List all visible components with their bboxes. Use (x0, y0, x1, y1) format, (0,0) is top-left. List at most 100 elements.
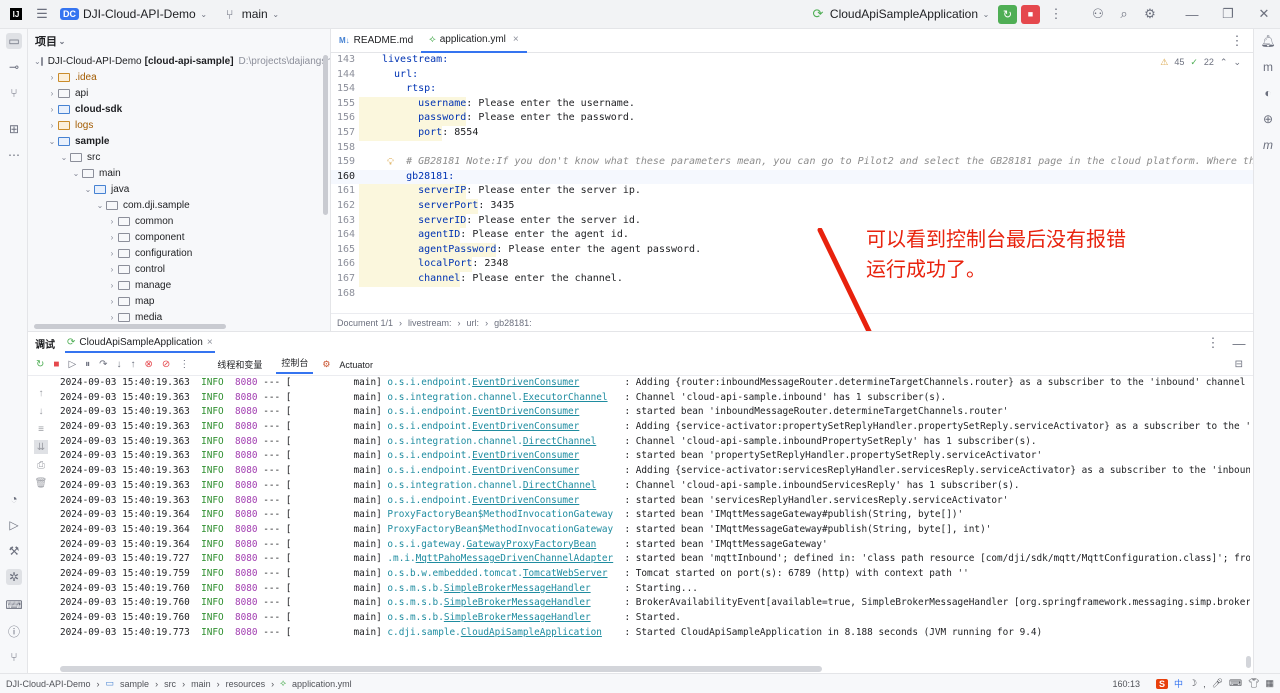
log-class-link[interactable]: EventDrivenConsumer (472, 465, 579, 476)
collapsed-arrow-icon[interactable]: › (46, 89, 58, 98)
more-tools-icon[interactable]: ⋯ (6, 147, 22, 163)
expand-arrow-icon[interactable]: ⌄ (34, 57, 41, 66)
stop-button[interactable]: ■ (1021, 4, 1040, 24)
project-name[interactable]: DJI-Cloud-API-Demo (83, 7, 196, 21)
project-panel-title[interactable]: 项目 (35, 33, 57, 49)
status-crumb[interactable]: resources (226, 679, 266, 689)
session-tab[interactable]: ⟳ CloudApiSampleApplication × (65, 334, 215, 353)
layout-icon[interactable]: ⊟ (1235, 359, 1243, 370)
more-icon[interactable]: ⋮ (1048, 6, 1064, 22)
minimize-panel-icon[interactable]: — (1231, 335, 1247, 351)
collapsed-arrow-icon[interactable]: › (106, 233, 118, 242)
vertical-scrollbar[interactable] (323, 55, 328, 215)
tab-console[interactable]: 控制台 (276, 356, 314, 374)
soft-wrap-icon[interactable]: ≡ (34, 422, 48, 436)
structure-icon[interactable]: ⊞ (6, 121, 22, 137)
add-user-icon[interactable]: ⚇ (1090, 6, 1106, 22)
resume-icon[interactable]: ▷ (68, 359, 76, 370)
status-crumb[interactable]: src (164, 679, 176, 689)
collapsed-arrow-icon[interactable]: › (106, 281, 118, 290)
problems-icon[interactable]: ⓘ (6, 623, 22, 639)
tree-item[interactable]: › api (28, 85, 330, 101)
gradle-icon[interactable]: ◐ (1260, 85, 1276, 101)
status-crumb[interactable]: sample (120, 679, 149, 689)
collapsed-arrow-icon[interactable]: › (106, 249, 118, 258)
keyboard-icon[interactable]: ⌨ (1229, 678, 1242, 689)
ime-language[interactable]: 中 (1174, 677, 1183, 690)
console-v-scrollbar[interactable] (1246, 656, 1251, 668)
pull-request-icon[interactable]: ⑂ (6, 85, 22, 101)
maven-icon[interactable]: m (1260, 59, 1276, 75)
mic-icon[interactable]: 🎤︎ (1212, 678, 1223, 689)
tree-item[interactable]: › logs (28, 117, 330, 133)
tree-item[interactable]: › .idea (28, 69, 330, 85)
log-class-link[interactable]: EventDrivenConsumer (472, 406, 579, 417)
more-tabs-icon[interactable]: ⋮ (1229, 33, 1245, 49)
debug-title[interactable]: 调试 (35, 336, 55, 351)
search-icon[interactable]: ⌕ (1116, 6, 1132, 22)
stop-icon[interactable]: ■ (53, 359, 59, 370)
step-out-icon[interactable]: ↑ (131, 359, 136, 370)
minimize-icon[interactable]: — (1184, 6, 1200, 22)
view-breakpoints-icon[interactable]: ⊗ (145, 359, 153, 370)
tree-item[interactable]: › cloud-sdk (28, 101, 330, 117)
status-crumb[interactable]: DJI-Cloud-API-Demo (6, 679, 91, 689)
log-class-link[interactable]: EventDrivenConsumer (472, 377, 579, 388)
scroll-down-icon[interactable]: ↓ (34, 404, 48, 418)
tree-item[interactable]: › control (28, 261, 330, 277)
rerun-icon[interactable]: ↻ (36, 359, 44, 370)
rerun-button[interactable]: ↻ (998, 4, 1017, 24)
console-h-scrollbar[interactable] (60, 666, 822, 672)
status-crumb[interactable]: application.yml (292, 679, 352, 689)
tree-item[interactable]: ⌄ main (28, 165, 330, 181)
git-icon[interactable]: ⑂ (6, 649, 22, 665)
expand-arrow-icon[interactable]: ⌄ (94, 201, 106, 210)
tree-item[interactable]: › common (28, 213, 330, 229)
mute-breakpoints-icon[interactable]: ⊘ (162, 359, 170, 370)
log-class-link[interactable]: SimpleBrokerMessageHandler (444, 583, 591, 594)
folder-icon[interactable]: ▭ (6, 33, 22, 49)
collapsed-arrow-icon[interactable]: › (46, 121, 58, 130)
expand-arrow-icon[interactable]: ⌄ (46, 137, 58, 146)
print-icon[interactable]: ⎙ (34, 458, 48, 472)
tab-readme[interactable]: M↓ README.md (331, 29, 421, 53)
ai-assistant-icon[interactable]: m (1260, 137, 1276, 153)
step-into-icon[interactable]: ↓ (117, 359, 122, 370)
log-class-link[interactable]: GatewayProxyFactoryBean (466, 539, 596, 550)
tree-item[interactable]: › component (28, 229, 330, 245)
console-output[interactable]: 2024-09-03 15:40:19.363 INFO 8080 --- [ … (60, 376, 1250, 666)
log-class-link[interactable]: MqttPahoMessageDrivenChannelAdapter (416, 553, 614, 564)
more-icon[interactable]: ⋮ (1205, 335, 1221, 351)
expand-arrow-icon[interactable]: ⌄ (58, 153, 70, 162)
commit-icon[interactable]: ⊸ (6, 59, 22, 75)
log-class-link[interactable]: CloudApiSampleApplication (461, 627, 602, 638)
step-over-icon[interactable]: ↷ (99, 359, 107, 370)
run-config-select[interactable]: CloudApiSampleApplication (830, 7, 978, 21)
caret-position[interactable]: 160:13 (1112, 679, 1140, 689)
log-class-link[interactable]: SimpleBrokerMessageHandler (444, 597, 591, 608)
close-icon[interactable]: ✕ (1256, 6, 1272, 22)
collapsed-arrow-icon[interactable]: › (106, 265, 118, 274)
notifications-bell-icon[interactable]: 🔔︎ (1260, 33, 1276, 49)
collapsed-arrow-icon[interactable]: › (106, 313, 118, 322)
debug-bug-icon[interactable]: ✲ (6, 569, 22, 585)
main-menu-icon[interactable]: ☰ (34, 6, 50, 22)
scroll-up-icon[interactable]: ↑ (34, 386, 48, 400)
comma-icon[interactable]: , (1203, 679, 1206, 689)
log-class-link[interactable]: EventDrivenConsumer (472, 421, 579, 432)
tree-item[interactable]: › configuration (28, 245, 330, 261)
tree-root[interactable]: ⌄ DJI-Cloud-API-Demo [cloud-api-sample] … (28, 53, 330, 69)
tab-threads-variables[interactable]: 线程和变量 (212, 358, 267, 371)
moon-icon[interactable]: ☽ (1189, 678, 1197, 689)
grid-icon[interactable]: ▦ (1265, 678, 1274, 689)
tree-item[interactable]: ⌄ com.dji.sample (28, 197, 330, 213)
tree-item[interactable]: ⌄ sample (28, 133, 330, 149)
clear-all-icon[interactable]: 🗑︎ (34, 476, 48, 490)
branch-name[interactable]: main (242, 7, 268, 21)
horizontal-scrollbar[interactable] (34, 324, 226, 329)
restore-icon[interactable]: ❐ (1220, 6, 1236, 22)
pause-icon[interactable]: ⏸ (85, 359, 90, 370)
expand-arrow-icon[interactable]: ⌄ (82, 185, 94, 194)
status-crumb[interactable]: main (191, 679, 211, 689)
collapsed-arrow-icon[interactable]: › (46, 105, 58, 114)
